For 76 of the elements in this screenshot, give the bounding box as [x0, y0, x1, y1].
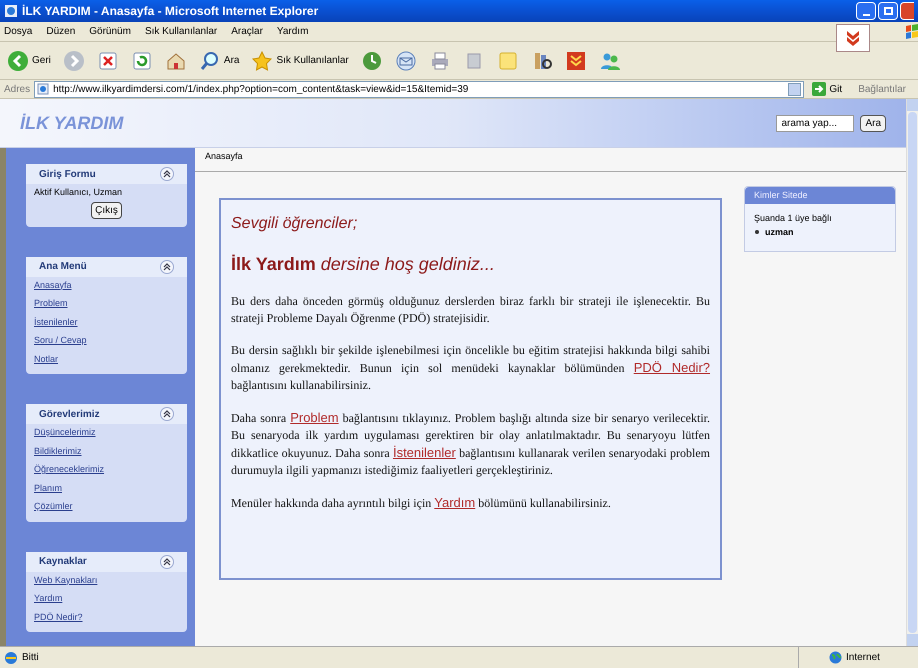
text-link[interactable]: İstenilenler: [392, 445, 456, 460]
menu-item[interactable]: Görünüm: [89, 24, 131, 39]
dropdown-button[interactable]: [788, 82, 802, 96]
menu-item[interactable]: Araçlar: [231, 24, 263, 39]
greeting: Sevgili öğrenciler;: [231, 214, 358, 234]
bullet-icon: [755, 230, 759, 234]
stop-icon: [96, 50, 119, 72]
mail-icon: [394, 50, 417, 72]
close-button[interactable]: [900, 2, 914, 20]
search-field[interactable]: arama yap...: [776, 114, 854, 132]
go-button[interactable]: Git: [808, 82, 846, 96]
window-title: İLK YARDIM - Anasayfa - Microsoft Internet Explorer: [22, 3, 318, 20]
module-title: Görevlerimiz: [39, 408, 100, 422]
collapse-icon[interactable]: [160, 554, 174, 568]
maximize-button[interactable]: [878, 2, 898, 20]
user-name: uzman: [765, 226, 794, 238]
arrow-right-icon: [812, 82, 826, 96]
paragraph: Bu dersin sağlıklı bir şekilde işlenebilmesi için öncelikle bu eğitim stratejisi hakkında bilgi sahibi olmanız gerekmektedir. Bunun için sol menüdeki kaynaklar bölümünden PDÖ Nedir? bağlantısını kullanabilirsiniz.: [231, 342, 710, 394]
chevron-down-icon: [564, 50, 587, 72]
site-logo: İLK YARDIM: [20, 112, 124, 134]
menu-item[interactable]: Düzen: [46, 24, 76, 39]
menu-link[interactable]: Problem: [34, 297, 68, 310]
text-link[interactable]: Problem: [290, 410, 339, 425]
collapse-icon[interactable]: [160, 260, 174, 274]
toolbar-button[interactable]: Ara: [196, 48, 242, 74]
search-icon: [198, 50, 221, 72]
module-title: Kimler Sitede: [754, 188, 808, 202]
menu-item[interactable]: Dosya: [4, 24, 32, 39]
minimize-button[interactable]: [856, 2, 876, 20]
paragraph: Bu ders daha önceden görmüş olduğunuz derslerden biraz farklı bir strateji ile işlenecektir. Bu strateji Probleme Dayalı Öğrenme (PDÖ) stratejisidir.: [231, 293, 710, 327]
breadcrumb[interactable]: Anasayfa: [205, 150, 243, 164]
menu-link[interactable]: Planım: [34, 482, 62, 495]
search-button[interactable]: Ara: [860, 114, 886, 132]
menu-link[interactable]: İstenilenler: [34, 316, 78, 329]
history-icon: [360, 50, 383, 72]
paragraph: Daha sonra Problem bağlantısını tıklayınız. Problem başlığı altında size bir senaryo verilecektir. Bu senaryoda ilk yardım uygulaması gerektiren bir olay anlatılmaktadır. Bu senaryoyu lütfen dikkatlice okuyunuz. Daha sonra İstenilenler bağlantısını kullanarak verilen senaryodaki problem durumuyla ilgili yapmanızı istediğimiz faaliyetleri gerçekleştiriniz.: [231, 409, 710, 479]
menu-link[interactable]: Soru / Cevap: [34, 334, 87, 348]
menu-link[interactable]: Anasayfa: [34, 278, 72, 292]
note-icon: [496, 50, 519, 72]
module-title: Kaynaklar: [39, 555, 87, 569]
star-icon: [251, 50, 274, 72]
status-text: Bitti: [22, 651, 39, 665]
menu-link[interactable]: Bildiklerimiz: [34, 444, 82, 458]
zone-text: Internet: [846, 651, 880, 665]
online-count: Şuanda 1 üye bağlı: [754, 212, 833, 225]
menu-link[interactable]: Notlar: [34, 352, 58, 366]
collapse-icon[interactable]: [160, 407, 174, 421]
module-title: Ana Menü: [39, 260, 87, 274]
globe-icon: [829, 651, 842, 664]
windows-logo-icon: [904, 22, 918, 42]
links-label[interactable]: Bağlantılar: [850, 82, 914, 96]
collapse-icon[interactable]: [160, 167, 174, 181]
chevron-down-icon: [845, 29, 861, 47]
menu-item[interactable]: Sık Kullanılanlar: [144, 24, 218, 39]
menu-link[interactable]: Düşüncelerimiz: [34, 426, 96, 440]
module-title: Giriş Formu: [39, 168, 96, 182]
text-link[interactable]: PDÖ Nedir?: [634, 360, 710, 375]
text-link[interactable]: Yardım: [434, 495, 476, 510]
address-field[interactable]: http://www.ilkyardimdersi.com/1/index.php?option=com_content&task=view&id=15&Itemid=39: [34, 80, 804, 98]
logout-button[interactable]: Çıkış: [91, 202, 122, 218]
refresh-icon: [130, 50, 153, 72]
menu-link[interactable]: Web Kaynakları: [34, 574, 98, 587]
browser-icon: [4, 4, 18, 18]
article-heading: İlk Yardım dersine hoş geldiniz...: [231, 253, 496, 276]
menu-link[interactable]: PDÖ Nedir?: [34, 610, 83, 624]
menu-link[interactable]: Öğreneceklerimiz: [34, 463, 104, 476]
address-label: Adres: [4, 82, 30, 96]
menu-link[interactable]: Çözümler: [34, 500, 73, 514]
addon-button[interactable]: [836, 24, 870, 52]
scrollbar[interactable]: [906, 99, 918, 646]
toolbar-button[interactable]: Geri: [4, 48, 54, 74]
user-text: Aktif Kullanıcı, Uzman: [34, 186, 124, 199]
menu-link[interactable]: Yardım: [34, 592, 62, 606]
toolbar-button[interactable]: Sık Kullanılanlar: [248, 48, 352, 74]
menu-item[interactable]: Yardım: [276, 24, 308, 39]
paragraph: Menüler hakkında daha ayrıntılı bilgi için Yardım bölümünü kullanabilirsiniz.: [231, 494, 612, 512]
